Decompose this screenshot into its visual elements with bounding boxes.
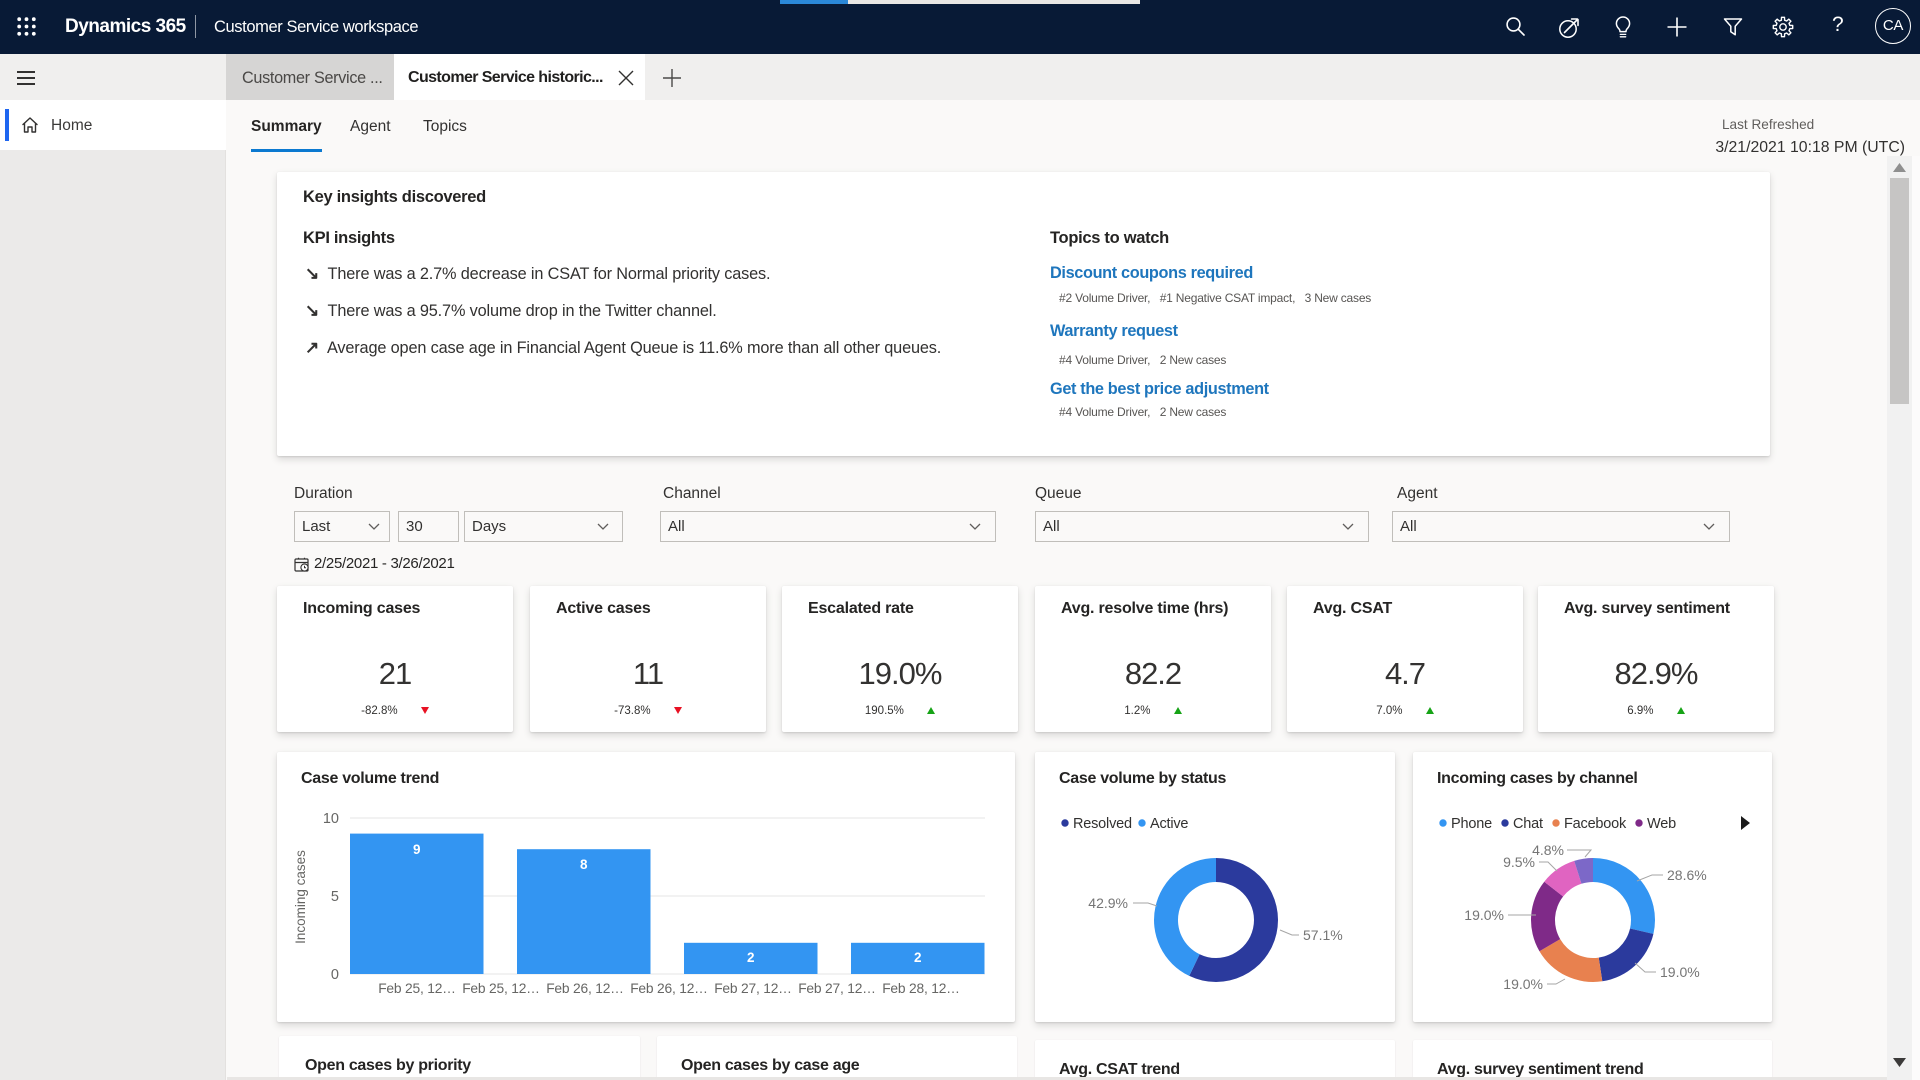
svg-text:Facebook: Facebook <box>1564 816 1627 832</box>
svg-text:2: 2 <box>914 950 922 965</box>
svg-text:Chat: Chat <box>1513 816 1543 832</box>
svg-text:Feb 25, 12…: Feb 25, 12… <box>462 981 540 996</box>
svg-text:0: 0 <box>331 967 339 983</box>
svg-text:5: 5 <box>331 889 339 905</box>
svg-text:Active: Active <box>1150 816 1188 832</box>
svg-text:Feb 26, 12…: Feb 26, 12… <box>630 981 708 996</box>
svg-text:Feb 27, 12…: Feb 27, 12… <box>714 981 792 996</box>
svg-text:19.0%: 19.0% <box>1464 907 1504 923</box>
svg-text:2: 2 <box>747 950 755 965</box>
svg-text:Resolved: Resolved <box>1073 816 1132 832</box>
svg-text:9: 9 <box>413 842 421 857</box>
svg-text:19.0%: 19.0% <box>1660 964 1700 980</box>
svg-text:Web: Web <box>1647 816 1676 832</box>
svg-text:4.8%: 4.8% <box>1532 842 1564 858</box>
svg-text:10: 10 <box>323 811 339 827</box>
svg-text:Feb 25, 12…: Feb 25, 12… <box>378 981 456 996</box>
svg-text:42.9%: 42.9% <box>1088 895 1128 911</box>
svg-text:19.0%: 19.0% <box>1503 976 1543 992</box>
svg-text:57.1%: 57.1% <box>1303 927 1343 943</box>
svg-text:Feb 26, 12…: Feb 26, 12… <box>546 981 624 996</box>
svg-text:Feb 28, 12…: Feb 28, 12… <box>882 981 960 996</box>
svg-text:28.6%: 28.6% <box>1667 867 1707 883</box>
svg-text:Incoming cases: Incoming cases <box>293 850 308 944</box>
svg-text:9.5%: 9.5% <box>1503 854 1535 870</box>
svg-text:8: 8 <box>580 857 588 872</box>
svg-text:Feb 27, 12…: Feb 27, 12… <box>798 981 876 996</box>
svg-text:Phone: Phone <box>1451 816 1492 832</box>
